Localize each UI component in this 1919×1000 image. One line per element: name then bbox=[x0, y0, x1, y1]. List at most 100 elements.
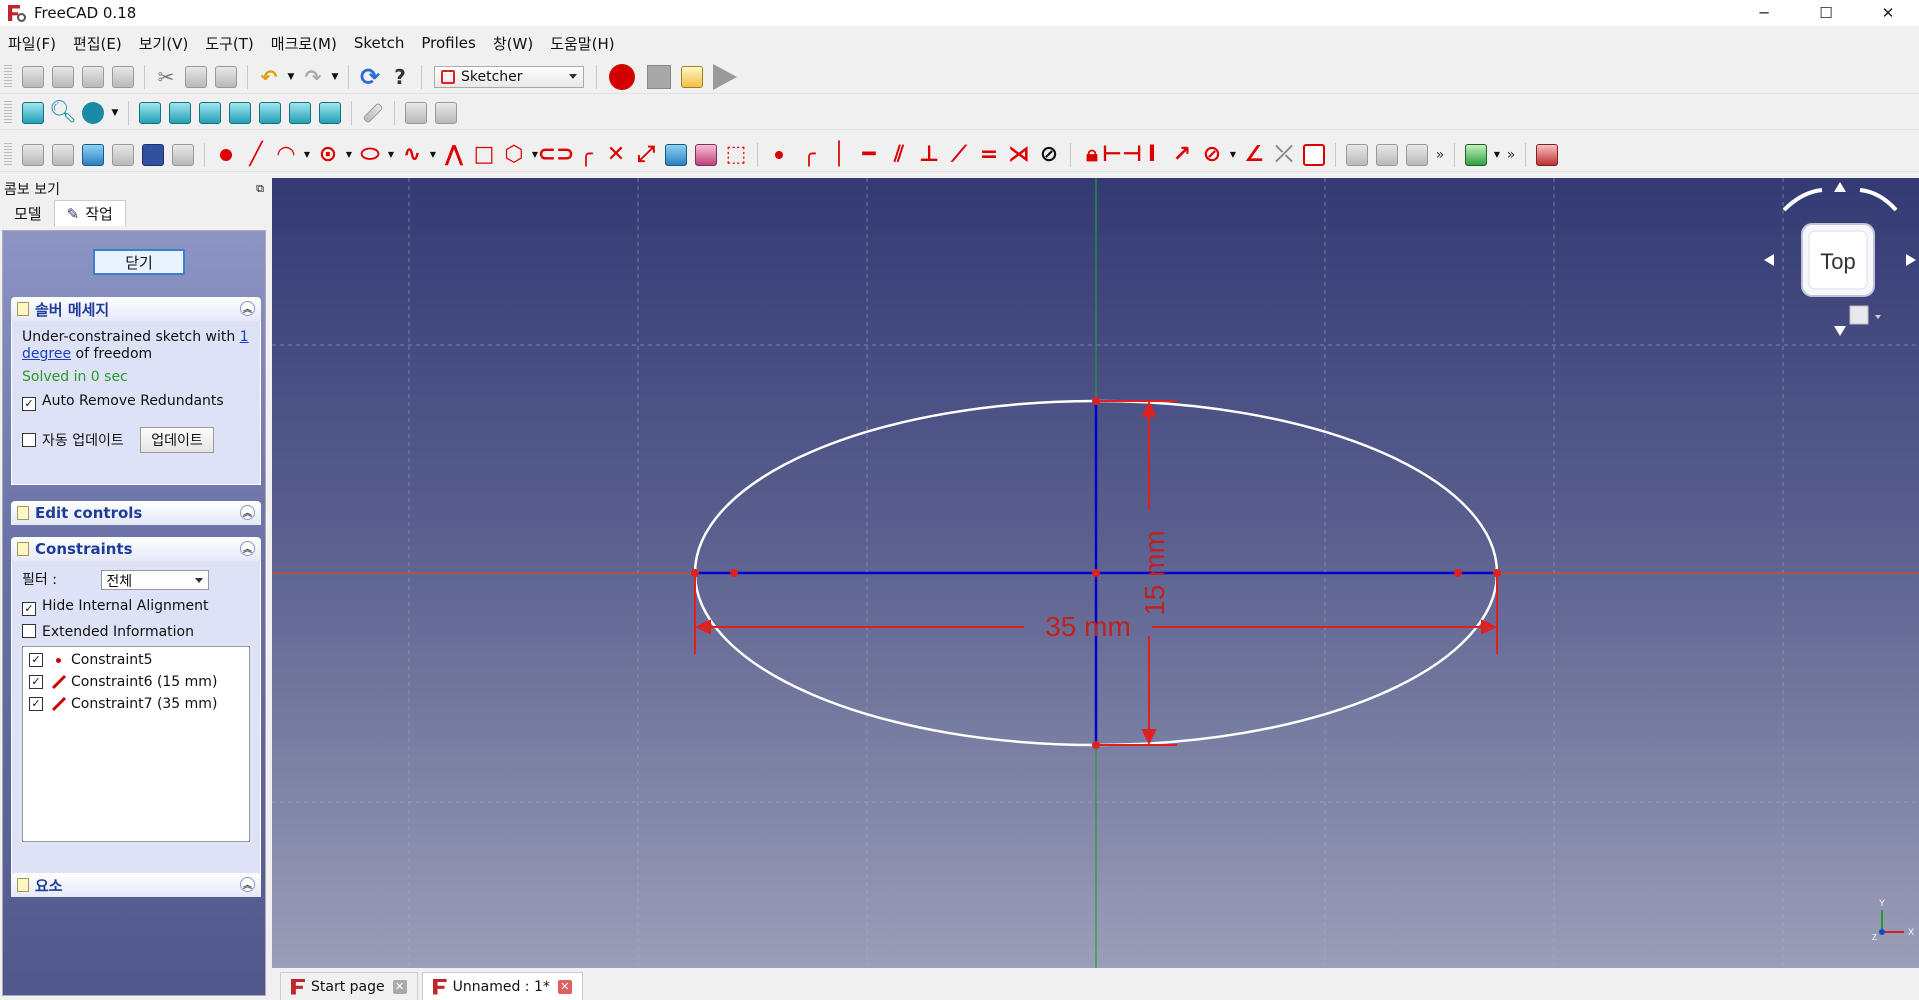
view-sketch-button[interactable] bbox=[108, 141, 138, 169]
collapse-icon[interactable]: ︽ bbox=[240, 877, 255, 892]
minimize-button[interactable]: ─ bbox=[1733, 0, 1795, 26]
nav-left-arrow-icon[interactable] bbox=[1764, 254, 1774, 266]
extend-button[interactable]: ⤢ bbox=[631, 141, 661, 169]
elements-header[interactable]: 요소 ︽ bbox=[11, 873, 261, 897]
nav-right-arrow-icon[interactable] bbox=[1906, 254, 1916, 266]
menu-help[interactable]: 도움말(H) bbox=[542, 33, 623, 54]
mini-cube-icon[interactable] bbox=[1849, 305, 1869, 325]
3d-viewport[interactable]: 15 mm 35 mm Top X Y Z bbox=[272, 178, 1919, 968]
cut-button[interactable]: ✂ bbox=[151, 63, 181, 91]
open-file-button[interactable] bbox=[48, 63, 78, 91]
view-isometric-button[interactable] bbox=[135, 99, 165, 127]
macro-stop-button[interactable] bbox=[647, 64, 671, 89]
menu-profiles[interactable]: Profiles bbox=[413, 34, 484, 52]
constrain-coincident-button[interactable] bbox=[764, 141, 794, 169]
toolbar-more-button-2[interactable]: » bbox=[1503, 147, 1519, 163]
collapse-icon[interactable]: ︽ bbox=[240, 541, 255, 556]
workbench-selector[interactable]: Sketcher bbox=[434, 65, 584, 88]
refresh-button[interactable]: ⟳ bbox=[355, 63, 385, 91]
tab-start-page[interactable]: Start page ✕ bbox=[280, 972, 418, 1000]
view-top-button[interactable] bbox=[195, 99, 225, 127]
constrain-snell-button[interactable]: ⤫ bbox=[1269, 141, 1299, 169]
create-slot-button[interactable]: ⊂⊃ bbox=[538, 141, 575, 169]
conic-dropdown[interactable]: ▼ bbox=[385, 141, 397, 169]
measure-button[interactable] bbox=[358, 99, 388, 127]
menu-edit[interactable]: 편집(E) bbox=[65, 33, 131, 54]
bspline-tools-dropdown[interactable]: ▼ bbox=[1491, 141, 1503, 169]
toolbar-more-button[interactable]: » bbox=[1432, 147, 1448, 163]
view-rear-button[interactable] bbox=[255, 99, 285, 127]
toolbar-grip[interactable] bbox=[4, 100, 12, 125]
create-point-button[interactable] bbox=[211, 141, 241, 169]
toolbar-grip[interactable] bbox=[4, 142, 12, 167]
update-button[interactable]: 업데이트 bbox=[140, 427, 214, 453]
extended-information-checkbox[interactable] bbox=[22, 624, 36, 638]
undo-button[interactable]: ↶ bbox=[254, 63, 284, 91]
fit-all-button[interactable] bbox=[18, 99, 48, 127]
carbon-copy-button[interactable] bbox=[691, 141, 721, 169]
constrain-block-button[interactable]: ⊘ bbox=[1034, 141, 1064, 169]
trim-button[interactable]: ✕ bbox=[601, 141, 631, 169]
rotate-right-arrow-icon[interactable] bbox=[1859, 188, 1898, 212]
tab-tasks[interactable]: ✎ 작업 bbox=[53, 200, 126, 226]
create-polygon-button[interactable]: ⬡ bbox=[499, 141, 529, 169]
nav-up-arrow-icon[interactable] bbox=[1834, 182, 1846, 192]
nav-down-arrow-icon[interactable] bbox=[1834, 326, 1846, 336]
menu-view[interactable]: 보기(V) bbox=[131, 33, 198, 54]
select-axis-button[interactable] bbox=[1402, 141, 1432, 169]
constrain-vertical-distance-button[interactable]: I bbox=[1137, 141, 1167, 169]
menu-macro[interactable]: 매크로(M) bbox=[263, 33, 346, 54]
constraint-checkbox[interactable]: ✓ bbox=[29, 697, 43, 711]
new-sketch-button[interactable] bbox=[18, 141, 48, 169]
menu-window[interactable]: 창(W) bbox=[485, 33, 542, 54]
create-bspline-button[interactable]: ∿ bbox=[397, 141, 427, 169]
sketcher-virtual-space-button[interactable] bbox=[1532, 141, 1562, 169]
view-front-button[interactable] bbox=[165, 99, 195, 127]
fit-selection-button[interactable]: 🔍︎ bbox=[48, 99, 78, 127]
draw-style-dropdown[interactable]: ▼ bbox=[108, 99, 122, 127]
create-circle-button[interactable]: ⊙ bbox=[313, 141, 343, 169]
rotate-left-arrow-icon[interactable] bbox=[1782, 188, 1823, 212]
sketch-canvas[interactable]: 15 mm 35 mm Top X Y Z bbox=[272, 178, 1919, 968]
close-window-button[interactable]: ✕ bbox=[1857, 0, 1919, 26]
macro-edit-button[interactable] bbox=[677, 63, 707, 91]
constrain-radius-button[interactable]: ⊘ bbox=[1197, 141, 1227, 169]
constrain-symmetric-button[interactable]: ⋊ bbox=[1004, 141, 1034, 169]
create-line-button[interactable]: ╱ bbox=[241, 141, 271, 169]
bspline-dropdown[interactable]: ▼ bbox=[427, 141, 439, 169]
copy-button[interactable] bbox=[181, 63, 211, 91]
macro-run-button[interactable] bbox=[713, 63, 737, 90]
arc-dropdown[interactable]: ▼ bbox=[301, 141, 313, 169]
paste-button[interactable] bbox=[211, 63, 241, 91]
horizontal-dimension-label[interactable]: 35 mm bbox=[1045, 611, 1131, 642]
create-conic-button[interactable]: ⬭ bbox=[355, 141, 385, 169]
bspline-tools-button[interactable] bbox=[1461, 141, 1491, 169]
undock-icon[interactable]: ⧉ bbox=[256, 182, 264, 196]
new-file-button[interactable] bbox=[18, 63, 48, 91]
save-button[interactable] bbox=[78, 63, 108, 91]
constraints-header[interactable]: Constraints ︽ bbox=[11, 537, 261, 561]
create-fillet-button[interactable]: ╭ bbox=[571, 141, 601, 169]
create-arc-button[interactable]: ◠ bbox=[271, 141, 301, 169]
select-constraints-button[interactable] bbox=[1342, 141, 1372, 169]
tab-model[interactable]: 모델 bbox=[2, 200, 54, 226]
radius-dropdown[interactable]: ▼ bbox=[1227, 141, 1239, 169]
close-tab-icon[interactable]: ✕ bbox=[557, 979, 572, 994]
constrain-perpendicular-button[interactable]: ⊥ bbox=[914, 141, 944, 169]
auto-remove-redundants-checkbox[interactable]: ✓ bbox=[22, 397, 36, 411]
menu-file[interactable]: 파일(F) bbox=[0, 33, 65, 54]
chevron-down-icon[interactable] bbox=[1875, 315, 1881, 319]
view-bottom-button[interactable] bbox=[285, 99, 315, 127]
circle-dropdown[interactable]: ▼ bbox=[343, 141, 355, 169]
validate-sketch-button[interactable] bbox=[168, 141, 198, 169]
close-sketch-button[interactable]: 닫기 bbox=[93, 249, 185, 275]
create-polyline-button[interactable]: ⋀ bbox=[439, 141, 469, 169]
create-rectangle-button[interactable]: □ bbox=[469, 141, 499, 169]
maximize-button[interactable]: ☐ bbox=[1795, 0, 1857, 26]
constrain-angle-button[interactable]: ∠ bbox=[1239, 141, 1269, 169]
select-origin-button[interactable] bbox=[1372, 141, 1402, 169]
toggle-driving-button[interactable] bbox=[1299, 141, 1329, 169]
constraint-row[interactable]: ✓ Constraint5 bbox=[29, 649, 243, 671]
save-as-button[interactable] bbox=[108, 63, 138, 91]
menu-sketch[interactable]: Sketch bbox=[346, 34, 414, 52]
